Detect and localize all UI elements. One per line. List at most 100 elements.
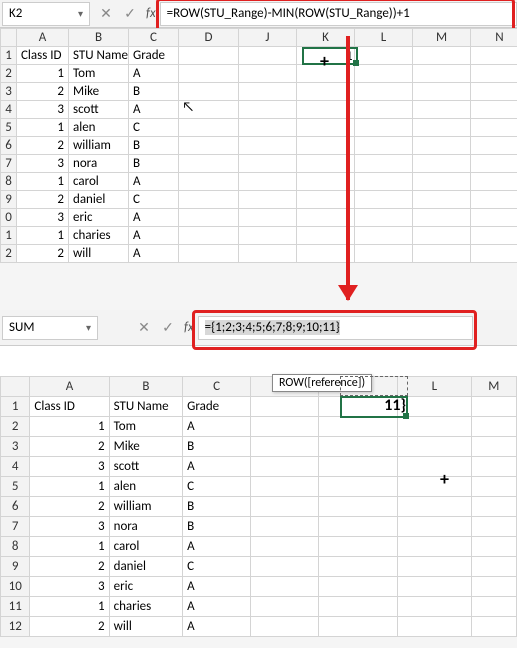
table-row[interactable]: 32MikeB — [1, 437, 517, 457]
grid-bottom[interactable]: A B C D K L M 1 Class ID STU Name Grade … — [0, 376, 517, 637]
col-header[interactable]: B — [109, 377, 183, 397]
cell[interactable]: B — [183, 517, 251, 537]
cell[interactable]: Class ID — [17, 47, 69, 65]
enter-icon[interactable]: ✓ — [156, 319, 180, 336]
cell[interactable]: 1 — [17, 227, 69, 245]
row-header[interactable]: 1 — [1, 227, 17, 245]
table-row[interactable]: 11chariesA — [1, 227, 517, 245]
row-header[interactable]: 0 — [1, 209, 17, 227]
col-header[interactable]: D — [179, 29, 239, 47]
cell[interactable]: 1 — [30, 417, 109, 437]
table-row[interactable]: 62williamB — [1, 137, 517, 155]
cell[interactable]: A — [183, 617, 251, 637]
row-header[interactable]: 5 — [1, 477, 30, 497]
cell[interactable]: alen — [109, 477, 183, 497]
col-header[interactable]: L — [355, 29, 413, 47]
col-header[interactable]: C — [129, 29, 179, 47]
cell[interactable]: A — [129, 209, 179, 227]
cell[interactable]: A — [183, 577, 251, 597]
cell[interactable]: 3 — [30, 457, 109, 477]
table-row[interactable]: 22willA — [1, 245, 517, 263]
cell[interactable]: 2 — [17, 83, 69, 101]
grid-top[interactable]: A B C D J K L M N 1 Class ID STU Name Gr… — [0, 28, 517, 263]
cell[interactable]: 2 — [17, 137, 69, 155]
cell[interactable]: 3 — [17, 155, 69, 173]
row-header[interactable]: 10 — [1, 577, 30, 597]
row-header[interactable]: 4 — [1, 101, 17, 119]
table-row[interactable]: 21TomA — [1, 65, 517, 83]
cancel-icon[interactable]: ✕ — [94, 5, 118, 22]
col-header[interactable]: M — [413, 29, 471, 47]
cell[interactable]: william — [109, 497, 183, 517]
cell[interactable]: 1 — [17, 119, 69, 137]
row-header[interactable]: 8 — [1, 537, 30, 557]
cell[interactable]: daniel — [69, 191, 129, 209]
chevron-down-icon[interactable]: ▾ — [78, 7, 83, 20]
cell[interactable]: 3 — [30, 517, 109, 537]
cell[interactable]: carol — [109, 537, 183, 557]
cell[interactable]: william — [69, 137, 129, 155]
row-header[interactable]: 2 — [1, 417, 30, 437]
row-header[interactable]: 2 — [1, 65, 17, 83]
cell[interactable]: 1 — [30, 597, 109, 617]
table-row[interactable]: 73noraB — [1, 155, 517, 173]
row-header[interactable]: 7 — [1, 517, 30, 537]
cell[interactable]: B — [129, 137, 179, 155]
cell[interactable]: STU Name — [69, 47, 129, 65]
chevron-down-icon[interactable]: ▾ — [86, 321, 91, 334]
cell[interactable]: B — [129, 155, 179, 173]
cell[interactable]: C — [183, 557, 251, 577]
cell[interactable]: 3 — [17, 101, 69, 119]
cell[interactable]: scott — [69, 101, 129, 119]
cell[interactable]: C — [183, 477, 251, 497]
cell[interactable]: eric — [69, 209, 129, 227]
select-all-corner[interactable] — [1, 377, 30, 397]
table-row[interactable]: 103ericA — [1, 577, 517, 597]
cell[interactable]: 2 — [17, 245, 69, 263]
row-header[interactable]: 6 — [1, 497, 30, 517]
cell[interactable]: 2 — [30, 437, 109, 457]
row-header[interactable]: 6 — [1, 137, 17, 155]
row-header[interactable]: 1 — [1, 47, 17, 65]
cell[interactable]: daniel — [109, 557, 183, 577]
name-box[interactable]: K2 ▾ — [2, 2, 90, 26]
cell[interactable]: 3 — [30, 577, 109, 597]
enter-icon[interactable]: ✓ — [118, 5, 142, 22]
table-row[interactable]: 51alenC — [1, 477, 517, 497]
col-header[interactable]: L — [398, 377, 472, 397]
cell[interactable]: Grade — [129, 47, 179, 65]
cell[interactable]: Class ID — [30, 397, 109, 417]
fx-icon[interactable]: fx — [146, 6, 156, 21]
cell[interactable]: A — [129, 65, 179, 83]
table-row[interactable]: 73noraB — [1, 517, 517, 537]
row-header[interactable]: 12 — [1, 617, 30, 637]
col-header[interactable]: A — [17, 29, 69, 47]
cell[interactable]: STU Name — [109, 397, 183, 417]
cell[interactable]: 1 — [30, 477, 109, 497]
table-row[interactable]: 1 Class ID STU Name Grade — [1, 47, 517, 65]
row-header[interactable]: 5 — [1, 119, 17, 137]
table-row[interactable]: 81carolA — [1, 537, 517, 557]
cell[interactable]: Tom — [109, 417, 183, 437]
row-header[interactable]: 11 — [1, 597, 30, 617]
cell[interactable]: A — [129, 227, 179, 245]
cell[interactable]: 3 — [17, 209, 69, 227]
cell[interactable]: 2 — [30, 497, 109, 517]
cell[interactable]: C — [129, 119, 179, 137]
row-header[interactable]: 9 — [1, 191, 17, 209]
cell[interactable]: A — [129, 245, 179, 263]
row-header[interactable]: 9 — [1, 557, 30, 577]
row-header[interactable]: 2 — [1, 245, 17, 263]
col-header[interactable]: C — [183, 377, 251, 397]
table-row[interactable]: 43scottA — [1, 457, 517, 477]
table-row[interactable]: 62williamB — [1, 497, 517, 517]
table-row[interactable]: 51alenC — [1, 119, 517, 137]
cell[interactable]: 1 — [30, 537, 109, 557]
table-row[interactable]: 81carolA — [1, 173, 517, 191]
cell[interactable]: A — [183, 537, 251, 557]
col-header[interactable]: N — [471, 29, 517, 47]
row-header[interactable]: 1 — [1, 397, 30, 417]
table-row[interactable]: 122willA — [1, 617, 517, 637]
select-all-corner[interactable] — [1, 29, 17, 47]
cell[interactable]: A — [183, 457, 251, 477]
